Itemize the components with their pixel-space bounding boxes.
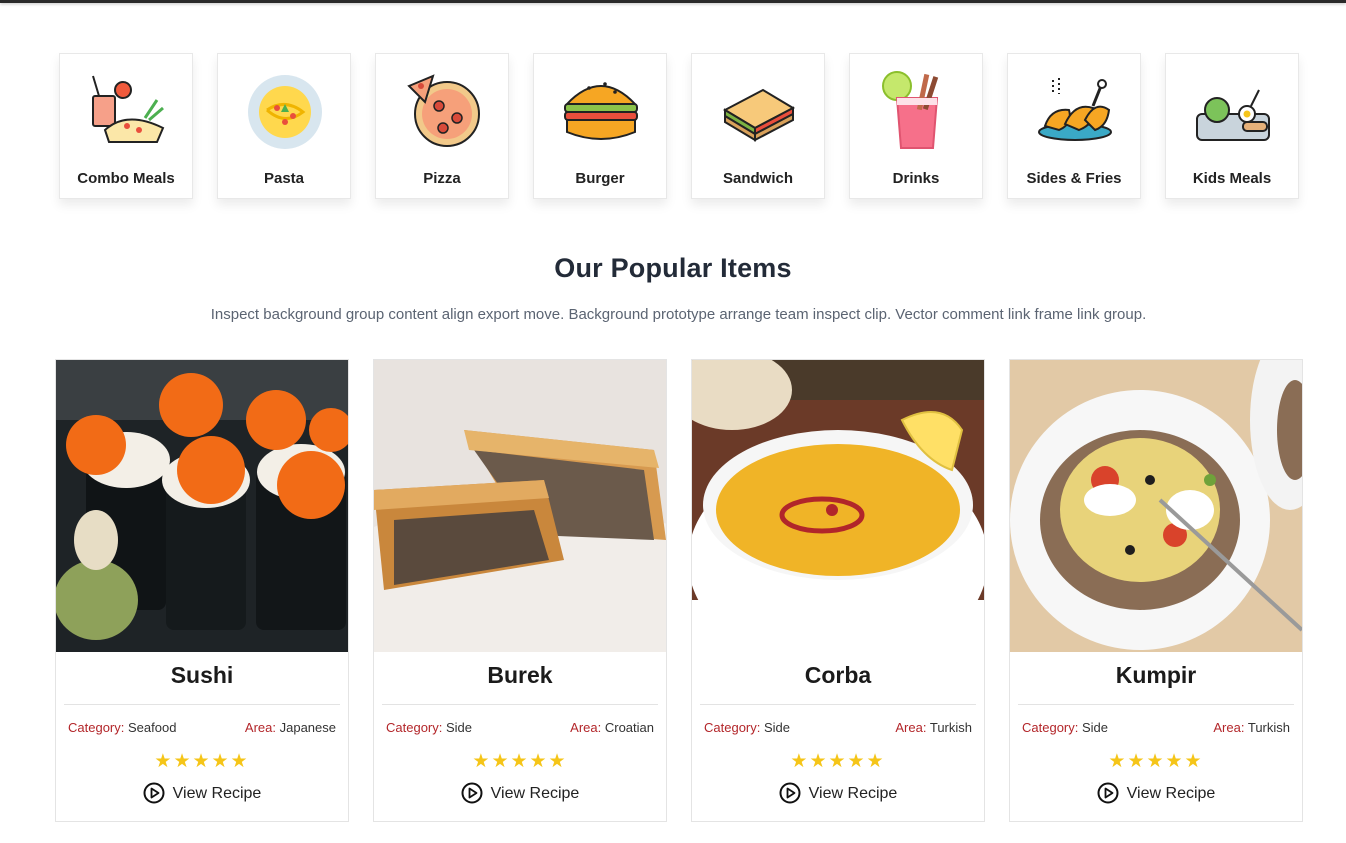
- recipe-area: Area: Turkish: [895, 720, 972, 735]
- section-title: Our Popular Items: [554, 253, 792, 283]
- play-circle-icon: [143, 782, 165, 804]
- category-drinks[interactable]: Drinks: [849, 53, 983, 199]
- view-recipe-label: View Recipe: [172, 785, 262, 802]
- category-label: Sides & Fries: [1026, 170, 1122, 187]
- category-value: Side: [1082, 720, 1109, 735]
- category-label: Burger: [575, 170, 625, 187]
- view-recipe-button[interactable]: View Recipe: [1010, 782, 1302, 805]
- recipe-area: Area: Turkish: [1213, 720, 1290, 735]
- recipe-category: Category: Side: [386, 720, 472, 735]
- kids-meals-icon: [1196, 89, 1270, 141]
- drinks-icon: [882, 71, 939, 149]
- category-pasta[interactable]: Pasta: [217, 53, 351, 199]
- category-kids-meals[interactable]: Kids Meals: [1165, 53, 1299, 199]
- recipe-card: Corba Category: Side Area: Turkish ★★★★★…: [691, 359, 985, 822]
- view-recipe-label: View Recipe: [1126, 785, 1216, 802]
- recipe-area: Area: Croatian: [570, 720, 654, 735]
- area-key: Area:: [1213, 720, 1245, 735]
- category-pizza[interactable]: Pizza: [375, 53, 509, 199]
- recipe-image[interactable]: [692, 360, 984, 652]
- category-label: Drinks: [892, 170, 940, 187]
- combo-meals-icon: [92, 75, 165, 143]
- recipe-title: Corba: [804, 662, 872, 688]
- area-key: Area:: [895, 720, 927, 735]
- star-rating: ★★★★★: [790, 751, 886, 772]
- view-recipe-label: View Recipe: [808, 785, 898, 802]
- view-recipe-button[interactable]: View Recipe: [692, 782, 984, 805]
- divider: [1018, 704, 1294, 705]
- category-key: Category:: [386, 720, 443, 735]
- area-key: Area:: [570, 720, 602, 735]
- star-rating: ★★★★★: [472, 751, 568, 772]
- category-sides-fries[interactable]: Sides & Fries: [1007, 53, 1141, 199]
- recipe-card: Burek Category: Side Area: Croatian ★★★★…: [373, 359, 667, 822]
- recipe-title: Sushi: [170, 662, 234, 688]
- recipe-category: Category: Side: [704, 720, 790, 735]
- play-circle-icon: [1097, 782, 1119, 804]
- category-combo-meals[interactable]: Combo Meals: [59, 53, 193, 199]
- recipe-image[interactable]: [1010, 360, 1302, 652]
- play-circle-icon: [779, 782, 801, 804]
- pizza-icon: [407, 74, 480, 147]
- area-value: Japanese: [279, 720, 336, 735]
- pasta-icon: [248, 75, 322, 149]
- top-border: [0, 0, 1346, 3]
- category-sandwich[interactable]: Sandwich: [691, 53, 825, 199]
- divider: [64, 704, 340, 705]
- category-burger[interactable]: Burger: [533, 53, 667, 199]
- category-label: Kids Meals: [1192, 170, 1272, 187]
- recipe-title: Burek: [487, 662, 553, 688]
- category-key: Category:: [1022, 720, 1079, 735]
- sides-fries-icon: [1038, 78, 1112, 141]
- view-recipe-button[interactable]: View Recipe: [56, 782, 348, 805]
- category-value: Side: [764, 720, 791, 735]
- category-key: Category:: [68, 720, 125, 735]
- category-key: Category:: [704, 720, 761, 735]
- recipe-title: Kumpir: [1115, 662, 1197, 688]
- burger-icon: [564, 82, 638, 140]
- sandwich-icon: [722, 88, 796, 142]
- section-subtitle: Inspect background group content align e…: [210, 306, 1147, 323]
- category-value: Seafood: [128, 720, 177, 735]
- star-rating: ★★★★★: [1108, 751, 1204, 772]
- recipe-card: Sushi Category: Seafood Area: Japanese ★…: [55, 359, 349, 822]
- recipe-category: Category: Seafood: [68, 720, 176, 735]
- area-value: Croatian: [604, 720, 654, 735]
- view-recipe-label: View Recipe: [490, 785, 580, 802]
- recipe-image[interactable]: [374, 360, 666, 652]
- recipe-area: Area: Japanese: [245, 720, 336, 735]
- recipe-category: Category: Side: [1022, 720, 1108, 735]
- category-value: Side: [446, 720, 473, 735]
- star-rating: ★★★★★: [154, 751, 250, 772]
- recipe-image[interactable]: [56, 360, 348, 652]
- category-label: Pizza: [423, 170, 461, 187]
- area-key: Area:: [244, 720, 276, 735]
- category-label: Combo Meals: [77, 170, 175, 187]
- divider: [700, 704, 976, 705]
- area-value: Turkish: [929, 720, 972, 735]
- recipe-card: Kumpir Category: Side Area: Turkish ★★★★…: [1009, 359, 1303, 822]
- play-circle-icon: [461, 782, 483, 804]
- view-recipe-button[interactable]: View Recipe: [374, 782, 666, 805]
- category-row: Combo Meals Pasta Pizza Burger Sandwich …: [59, 53, 1299, 199]
- category-label: Pasta: [263, 170, 305, 187]
- divider: [382, 704, 658, 705]
- category-label: Sandwich: [722, 170, 793, 187]
- area-value: Turkish: [1247, 720, 1290, 735]
